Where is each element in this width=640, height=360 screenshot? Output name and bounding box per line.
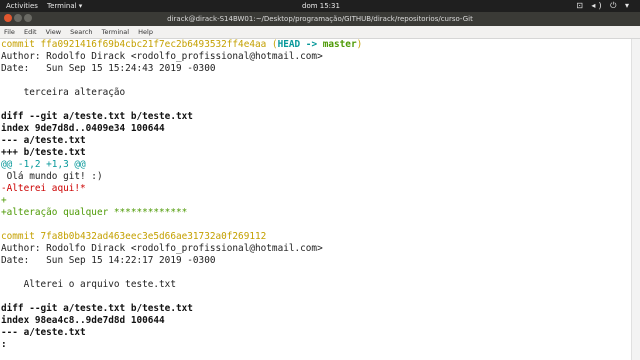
- diff-index: index 9de7d8d..0409e34 100644: [1, 123, 165, 134]
- diff-hunk: @@ -1,2 +1,3 @@: [1, 159, 86, 170]
- commit-message: terceira alteração: [1, 87, 126, 98]
- window-title: dirack@dirack-S14BW01:~/Desktop/programa…: [167, 15, 473, 23]
- commit-line: commit ffa0921416f69b4cbc21f7ec2b6493532…: [1, 39, 362, 51]
- author-line: Author: Rodolfo Dirack <rodolfo_profissi…: [1, 243, 323, 254]
- menu-help[interactable]: Help: [138, 28, 153, 36]
- menu-search[interactable]: Search: [70, 28, 92, 36]
- diff-added: +: [1, 195, 7, 206]
- diff-old-file: --- a/teste.txt: [1, 135, 86, 146]
- activities-button[interactable]: Activities: [6, 2, 38, 10]
- terminal-output[interactable]: commit ffa0921416f69b4cbc21f7ec2b6493532…: [0, 39, 632, 360]
- menu-bar: File Edit View Search Terminal Help: [0, 26, 640, 39]
- menu-view[interactable]: View: [46, 28, 61, 36]
- commit-message: Alterei o arquivo teste.txt: [1, 279, 176, 290]
- system-tray-icons[interactable]: ⊡ ◂) ⏻ ▾: [576, 1, 632, 11]
- author-line: Author: Rodolfo Dirack <rodolfo_profissi…: [1, 51, 323, 62]
- head-ref: HEAD ->: [277, 39, 323, 50]
- diff-removed: -Alterei aqui!*: [1, 183, 86, 194]
- branch-ref: master: [322, 39, 357, 50]
- commit-hash: commit 7fa8b0b432ad463eec3e5d66ae31732a0…: [1, 231, 267, 242]
- diff-header: diff --git a/teste.txt b/teste.txt: [1, 111, 193, 122]
- ref-close: ): [356, 39, 363, 50]
- menu-edit[interactable]: Edit: [24, 28, 37, 36]
- diff-old-file: --- a/teste.txt: [1, 327, 86, 338]
- top-bar: Activities Terminal ▾ dom 15:31 ⊡ ◂) ⏻ ▾: [0, 0, 640, 12]
- diff-context: Olá mundo git! :): [1, 171, 103, 182]
- commit-hash: commit ffa0921416f69b4cbc21f7ec2b6493532…: [1, 39, 267, 50]
- clock[interactable]: dom 15:31: [302, 2, 340, 10]
- diff-header: diff --git a/teste.txt b/teste.txt: [1, 303, 193, 314]
- ref-open: (: [266, 39, 278, 50]
- pager-prompt[interactable]: :: [1, 339, 7, 351]
- date-line: Date: Sun Sep 15 14:22:17 2019 -0300: [1, 255, 216, 266]
- app-menu-terminal[interactable]: Terminal ▾: [47, 2, 82, 10]
- menu-file[interactable]: File: [4, 28, 15, 36]
- diff-added: +alteração qualquer *************: [1, 207, 188, 218]
- menu-terminal[interactable]: Terminal: [102, 28, 129, 36]
- diff-new-file: +++ b/teste.txt: [1, 147, 86, 158]
- diff-index: index 98ea4c8..9de7d8d 100644: [1, 315, 165, 326]
- window-titlebar: dirack@dirack-S14BW01:~/Desktop/programa…: [0, 12, 640, 26]
- date-line: Date: Sun Sep 15 15:24:43 2019 -0300: [1, 63, 216, 74]
- terminal-scrollbar[interactable]: [631, 39, 640, 360]
